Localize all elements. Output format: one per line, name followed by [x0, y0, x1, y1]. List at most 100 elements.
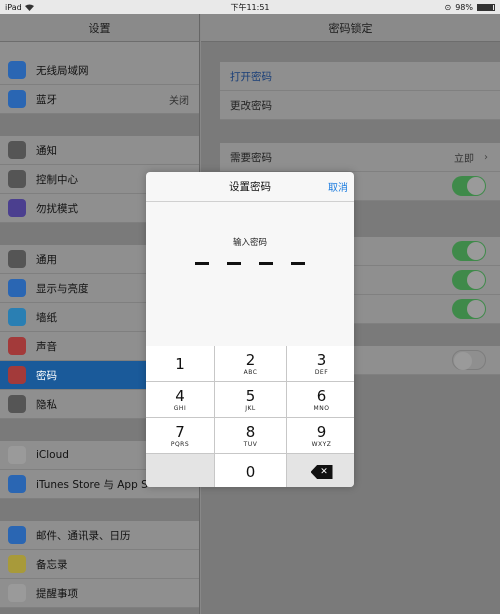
- key-digit: 8: [245, 422, 256, 441]
- sidebar-item-label: 隐私: [36, 398, 57, 411]
- sidebar-group-apps: 邮件、通讯录、日历 备忘录提醒事项: [0, 521, 199, 608]
- keypad-key[interactable]: 4 GHI: [146, 382, 214, 417]
- dialog-header: 设置密码 取消: [146, 172, 354, 202]
- sidebar-item-label: 墙纸: [36, 311, 57, 324]
- toggle-switch[interactable]: [452, 241, 486, 261]
- sidebar-item-label: 提醒事项: [36, 587, 78, 600]
- device-name: iPad: [5, 2, 22, 12]
- lock-icon: [8, 366, 26, 384]
- keypad-key[interactable]: 0: [215, 454, 286, 487]
- status-left: iPad: [5, 3, 34, 12]
- turn-on-passcode[interactable]: 打开密码: [220, 62, 500, 91]
- key-digit: 0: [245, 463, 256, 481]
- hand-icon: [8, 395, 26, 413]
- require-passcode-row[interactable]: 需要密码 立即 ›: [220, 143, 500, 172]
- key-digit: 3: [316, 350, 327, 369]
- panel-title: 密码锁定: [201, 14, 500, 42]
- passcode-field[interactable]: [195, 262, 305, 265]
- sidebar-item[interactable]: 通知: [0, 136, 199, 165]
- require-passcode-value: 立即: [454, 153, 474, 165]
- sidebar-group-network: 无线局域网蓝牙 关闭: [0, 56, 199, 114]
- passcode-entry-area: 输入密码: [146, 202, 354, 346]
- sidebar-item-label: iTunes Store 与 App S: [36, 478, 148, 491]
- blank-key: [146, 454, 214, 487]
- keypad-key[interactable]: 1: [146, 346, 214, 381]
- key-digit: 7: [175, 422, 185, 441]
- keypad-key[interactable]: 7 PQRS: [146, 418, 214, 453]
- key-letters: PQRS: [170, 440, 190, 448]
- moon-icon: [8, 199, 26, 217]
- partial-row: [0, 42, 199, 56]
- sidebar-item-label: 通知: [36, 144, 57, 157]
- keypad-key[interactable]: 6 MNO: [287, 382, 354, 417]
- reminders-icon: [8, 584, 26, 602]
- keypad-key[interactable]: 3 DEF: [287, 346, 354, 381]
- sidebar-item-label: 密码: [36, 369, 57, 382]
- wifi-icon: [8, 61, 26, 79]
- key-digit: 4: [175, 386, 185, 405]
- sidebar-item-label: 备忘录: [36, 558, 68, 571]
- lock-rotation-icon: ⊙: [444, 2, 452, 12]
- keypad-key[interactable]: 2 ABC: [215, 346, 286, 381]
- cloud-icon: [8, 446, 26, 464]
- sidebar-item-label: 声音: [36, 340, 57, 353]
- status-time: 下午11:51: [230, 2, 270, 12]
- chevron-right-icon: ›: [484, 151, 488, 163]
- sidebar-item-label: 蓝牙: [36, 93, 57, 106]
- sidebar-item[interactable]: 邮件、通讯录、日历: [0, 521, 199, 550]
- key-digit: 6: [316, 386, 327, 405]
- key-digit: 9: [316, 422, 327, 441]
- sidebar-item-label: 邮件、通讯录、日历: [36, 529, 131, 542]
- change-passcode[interactable]: 更改密码: [220, 91, 500, 120]
- toggle-switch[interactable]: [452, 270, 486, 290]
- mail-icon: [8, 526, 26, 544]
- backspace-icon: ✕: [310, 465, 333, 479]
- sidebar-item[interactable]: 备忘录: [0, 550, 199, 579]
- toggle-switch[interactable]: [452, 176, 486, 196]
- toggle-switch[interactable]: [452, 299, 486, 319]
- sidebar-group-0: [0, 42, 199, 56]
- sidebar-item[interactable]: 提醒事项: [0, 579, 199, 608]
- erase-data-toggle[interactable]: [452, 350, 486, 370]
- number-keypad: 1 2 ABC 3 DEF 4 GHI 5 JKL 6 MNO 7 PQRS 8 TUV 9 WXYZ 0 ✕: [146, 346, 354, 487]
- require-passcode-label: 需要密码: [230, 151, 272, 164]
- passcode-digit-slot: [291, 262, 305, 265]
- passcode-digit-slot: [195, 262, 209, 265]
- cancel-button[interactable]: 取消: [328, 179, 348, 194]
- key-letters: GHI: [173, 404, 187, 412]
- key-letters: MNO: [313, 404, 330, 412]
- sidebar-item[interactable]: 蓝牙 关闭: [0, 85, 199, 114]
- key-letters: TUV: [243, 440, 258, 448]
- set-passcode-dialog: 设置密码 取消 输入密码 1 2 ABC 3 DEF 4 GHI 5 JKL 6 MNO 7 PQRS 8…: [146, 172, 354, 487]
- dialog-title: 设置密码: [229, 181, 271, 193]
- battery-icon: [477, 3, 495, 11]
- sidebar-item-label: 显示与亮度: [36, 282, 89, 295]
- keypad-key[interactable]: 9 WXYZ: [287, 418, 354, 453]
- notification-icon: [8, 141, 26, 159]
- sidebar-item-label: 勿扰模式: [36, 202, 78, 215]
- sidebar-item-label: iCloud: [36, 449, 69, 461]
- key-digit: 1: [175, 354, 185, 373]
- keypad-key[interactable]: 8 TUV: [215, 418, 286, 453]
- brightness-icon: [8, 279, 26, 297]
- key-digit: 5: [245, 386, 256, 405]
- control-center-icon: [8, 170, 26, 188]
- bluetooth-icon: [8, 90, 26, 108]
- sidebar-title: 设置: [0, 14, 199, 42]
- sidebar-item-value: 关闭: [169, 95, 189, 107]
- sidebar-item-label: 控制中心: [36, 173, 78, 186]
- key-letters: ABC: [243, 368, 258, 376]
- key-letters: WXYZ: [311, 440, 332, 448]
- key-digit: 2: [245, 350, 256, 369]
- delete-key[interactable]: ✕: [287, 454, 354, 487]
- wallpaper-icon: [8, 308, 26, 326]
- passcode-prompt: 输入密码: [232, 238, 267, 248]
- keypad-key[interactable]: 5 JKL: [215, 382, 286, 417]
- key-letters: JKL: [245, 404, 256, 412]
- key-letters: DEF: [314, 368, 329, 376]
- sidebar-item-label: 无线局域网: [36, 64, 89, 77]
- battery-percent: 98%: [455, 2, 473, 12]
- passcode-digit-slot: [259, 262, 273, 265]
- sidebar-item[interactable]: 无线局域网: [0, 56, 199, 85]
- sound-icon: [8, 337, 26, 355]
